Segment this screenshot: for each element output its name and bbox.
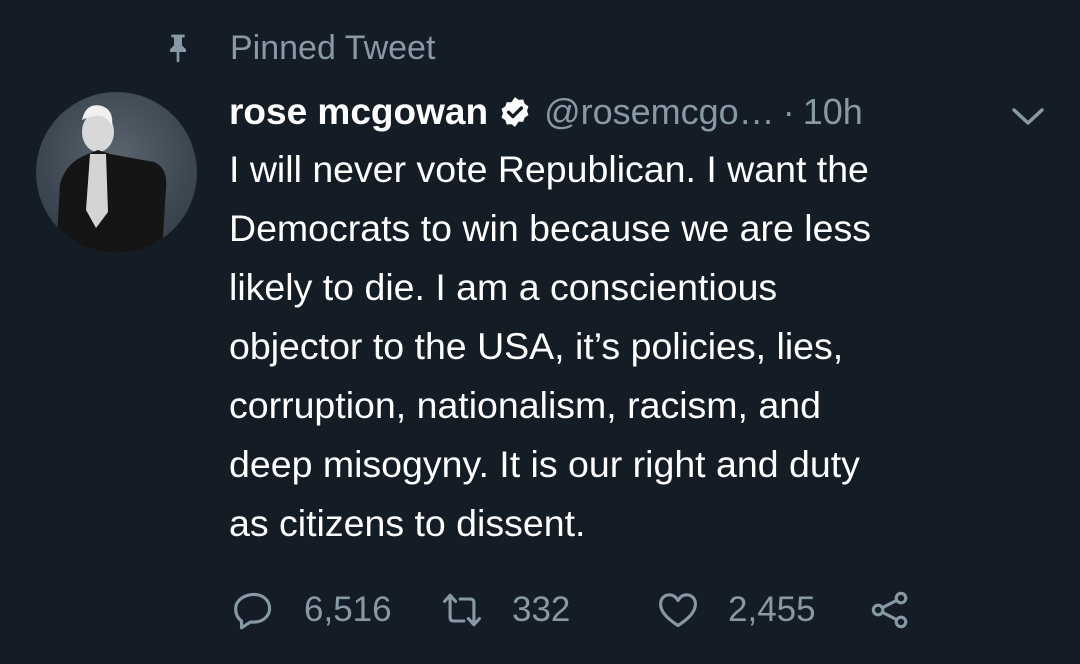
retweet-icon [443, 593, 481, 627]
share-button[interactable] [868, 586, 912, 634]
timestamp[interactable]: 10h [803, 91, 863, 133]
tweet-text: I will never vote Republican. I want the… [229, 148, 871, 544]
reply-count: 6,516 [304, 590, 392, 629]
like-count: 2,455 [728, 590, 816, 629]
chevron-down-icon[interactable] [1010, 104, 1046, 128]
separator-dot: · [782, 91, 795, 132]
user-handle[interactable]: @rosemcgo… [544, 91, 775, 133]
retweet-button[interactable]: 332 [440, 586, 570, 634]
pinned-indicator: Pinned Tweet [162, 26, 435, 70]
pin-icon [170, 34, 186, 63]
tweet-header: rose mcgowan @rosemcgo… · 10h [229, 84, 1060, 140]
reply-button[interactable]: 6,516 [232, 586, 392, 634]
pinned-tweet-label: Pinned Tweet [230, 29, 436, 67]
tweet-actions: 6,516 332 2,455 [232, 586, 932, 634]
like-button[interactable]: 2,455 [656, 586, 816, 634]
verified-badge-icon [501, 97, 529, 127]
share-icon [871, 591, 908, 629]
reply-icon [234, 592, 272, 630]
avatar[interactable] [36, 92, 197, 253]
heart-icon [659, 593, 697, 628]
avatar-image [56, 105, 167, 253]
display-name[interactable]: rose mcgowan [229, 91, 488, 133]
tweet-card[interactable]: Pinned Tweet rose mcgowan @rosemcgo… · 1… [0, 0, 1080, 664]
retweet-count: 332 [512, 590, 571, 629]
